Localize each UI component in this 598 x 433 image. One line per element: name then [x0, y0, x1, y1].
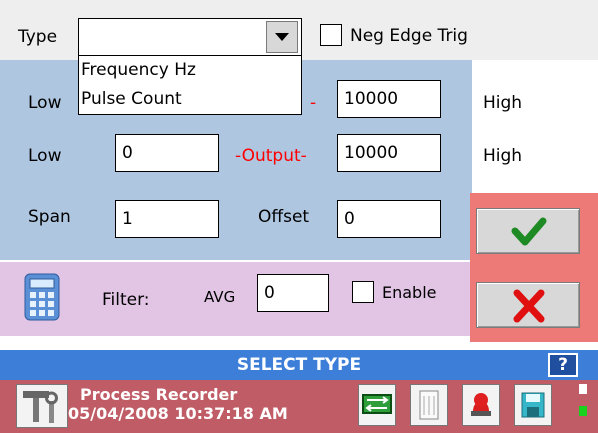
checkmark-icon: [511, 217, 547, 246]
input-high-label: High: [483, 93, 523, 113]
network-button[interactable]: [358, 384, 396, 426]
output-high-label: High: [483, 146, 523, 166]
alarm-button[interactable]: [462, 384, 500, 426]
output-label: -Output-: [235, 146, 307, 166]
status-indicator: [573, 384, 593, 426]
calculator-icon[interactable]: [20, 272, 64, 324]
app-name: Process Recorder: [80, 385, 238, 404]
avg-field[interactable]: 0: [257, 274, 329, 312]
type-option-frequency[interactable]: Frequency Hz: [79, 56, 301, 85]
span-field[interactable]: 1: [115, 200, 219, 238]
list-icon: [419, 390, 439, 420]
avg-label: AVG: [204, 288, 236, 306]
cancel-button[interactable]: [476, 282, 580, 328]
neg-edge-label: Neg Edge Trig: [350, 26, 468, 46]
type-option-pulse-count[interactable]: Pulse Count: [79, 85, 301, 114]
input-low-label: Low: [28, 93, 62, 113]
save-button[interactable]: [514, 384, 552, 426]
input-high-field[interactable]: 10000: [337, 80, 441, 118]
x-icon: [513, 289, 545, 323]
list-button[interactable]: [410, 384, 448, 426]
filter-enable-label: Enable: [382, 283, 437, 302]
select-type-bar: SELECT TYPE ?: [0, 350, 598, 380]
output-high-field[interactable]: 10000: [337, 134, 441, 172]
save-icon: [521, 392, 545, 418]
help-button[interactable]: ?: [548, 353, 578, 377]
type-label: Type: [18, 27, 58, 47]
network-icon: [362, 394, 392, 414]
select-type-title: SELECT TYPE: [236, 355, 362, 375]
alarm-icon: [471, 393, 491, 416]
type-dropdown-button[interactable]: [266, 21, 298, 53]
status-datetime: 05/04/2008 10:37:18 AM: [68, 404, 288, 423]
settings-tools-icon: [23, 391, 58, 423]
type-dropdown-list: Frequency Hz Pulse Count: [78, 55, 302, 115]
status-indicator-icon: [579, 384, 587, 416]
input-label-fragment: -: [310, 93, 317, 113]
settings-tools-button[interactable]: [16, 384, 68, 428]
offset-field[interactable]: 0: [337, 200, 441, 238]
filter-enable-checkbox[interactable]: [352, 281, 374, 303]
output-low-field[interactable]: 0: [115, 134, 219, 172]
offset-label: Offset: [258, 207, 310, 227]
span-label: Span: [28, 207, 71, 227]
output-low-label: Low: [28, 146, 62, 166]
neg-edge-checkbox[interactable]: [320, 24, 342, 46]
filter-label: Filter:: [102, 290, 150, 310]
confirm-button[interactable]: [476, 208, 580, 254]
dropdown-arrow-icon: [275, 33, 289, 41]
